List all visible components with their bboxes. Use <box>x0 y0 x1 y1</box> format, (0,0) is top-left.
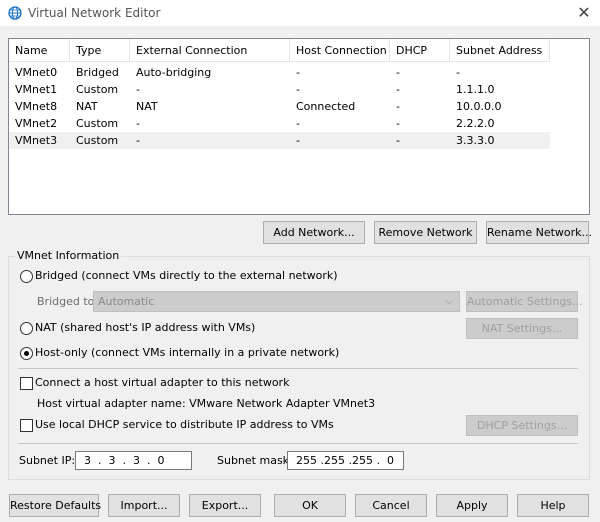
bridged-to-value: Automatic <box>98 295 155 308</box>
export-button[interactable]: Export... <box>189 494 261 517</box>
cell-type: Custom <box>76 134 119 147</box>
cell-subnet-address: 1.1.1.0 <box>456 83 495 96</box>
bridged-to-select[interactable]: Automatic ⌵ <box>93 291 460 312</box>
restore-defaults-button[interactable]: Restore Defaults <box>9 494 101 517</box>
nat-radio[interactable] <box>20 322 33 335</box>
column-header-host-connection[interactable]: Host Connection <box>290 39 390 62</box>
globe-icon <box>8 6 22 20</box>
import-button[interactable]: Import... <box>108 494 180 517</box>
list-rows: VMnet0 Bridged Auto-bridging - - - VMnet1 Custo… <box>9 64 550 149</box>
window-title: Virtual Network Editor <box>28 6 161 20</box>
cell-subnet-address: - <box>456 66 460 79</box>
cell-host-connection: - <box>296 134 300 147</box>
use-dhcp-label: Use local DHCP service to distribute IP … <box>35 418 334 431</box>
add-network-button[interactable]: Add Network... <box>263 221 365 244</box>
cell-dhcp: - <box>396 83 400 96</box>
cell-dhcp: - <box>396 134 400 147</box>
cell-host-connection: - <box>296 66 300 79</box>
cell-host-connection: - <box>296 117 300 130</box>
nat-settings-button[interactable]: NAT Settings... <box>466 318 578 339</box>
connect-host-adapter-label: Connect a host virtual adapter to this n… <box>35 376 290 389</box>
cell-name: VMnet2 <box>15 117 58 130</box>
cell-dhcp: - <box>396 117 400 130</box>
table-row[interactable]: VMnet8 NAT NAT Connected - 10.0.0.0 <box>9 98 550 115</box>
apply-button[interactable]: Apply <box>436 494 508 517</box>
cell-external-connection: NAT <box>136 100 158 113</box>
nat-label: NAT (shared host's IP address with VMs) <box>35 321 256 334</box>
host-only-radio[interactable] <box>20 347 33 360</box>
cell-host-connection: - <box>296 83 300 96</box>
column-header-type[interactable]: Type <box>70 39 130 62</box>
bridged-to-label: Bridged to: <box>37 295 99 308</box>
cell-host-connection: Connected <box>296 100 356 113</box>
bridged-label: Bridged (connect VMs directly to the ext… <box>35 269 338 282</box>
cell-external-connection: - <box>136 134 140 147</box>
cell-name: VMnet1 <box>15 83 58 96</box>
table-row[interactable]: VMnet2 Custom - - - 2.2.2.0 <box>9 115 550 132</box>
cell-name: VMnet8 <box>15 100 58 113</box>
bridged-radio[interactable] <box>20 270 33 283</box>
cell-type: NAT <box>76 100 98 113</box>
subnet-mask-input[interactable]: 255 .255 .255 . 0 <box>287 451 404 470</box>
host-adapter-name-text: Host virtual adapter name: VMware Networ… <box>37 397 376 410</box>
chevron-down-icon: ⌵ <box>445 296 453 307</box>
ok-button[interactable]: OK <box>274 494 346 517</box>
radio-selected-dot <box>24 351 29 356</box>
subnet-mask-label: Subnet mask: <box>217 454 293 467</box>
column-header-external-connection[interactable]: External Connection <box>130 39 290 62</box>
use-dhcp-checkbox[interactable] <box>20 419 33 432</box>
cell-dhcp: - <box>396 66 400 79</box>
column-header-subnet-address[interactable]: Subnet Address <box>450 39 550 62</box>
host-only-label: Host-only (connect VMs internally in a p… <box>35 346 340 359</box>
list-header: Name Type External Connection Host Conne… <box>9 39 550 62</box>
divider <box>18 443 578 444</box>
connect-host-adapter-checkbox[interactable] <box>20 377 33 390</box>
cell-name: VMnet3 <box>15 134 58 147</box>
remove-network-button[interactable]: Remove Network <box>374 221 477 244</box>
cell-dhcp: - <box>396 100 400 113</box>
close-button[interactable]: ✕ <box>568 1 600 25</box>
subnet-ip-label: Subnet IP: <box>19 454 76 467</box>
vmnet-information-label: VMnet Information <box>15 249 122 262</box>
cell-type: Custom <box>76 117 119 130</box>
cell-type: Custom <box>76 83 119 96</box>
cell-external-connection: - <box>136 83 140 96</box>
column-header-name[interactable]: Name <box>9 39 70 62</box>
title-bar: Virtual Network Editor ✕ <box>0 0 600 26</box>
network-list[interactable]: Name Type External Connection Host Conne… <box>8 38 590 215</box>
dhcp-settings-button[interactable]: DHCP Settings... <box>466 415 578 436</box>
cell-name: VMnet0 <box>15 66 58 79</box>
rename-network-button[interactable]: Rename Network... <box>486 221 592 244</box>
divider <box>18 368 578 369</box>
cell-subnet-address: 10.0.0.0 <box>456 100 502 113</box>
column-header-dhcp[interactable]: DHCP <box>390 39 450 62</box>
table-row[interactable]: VMnet1 Custom - - - 1.1.1.0 <box>9 81 550 98</box>
cell-subnet-address: 3.3.3.0 <box>456 134 495 147</box>
automatic-settings-button[interactable]: Automatic Settings... <box>466 291 583 312</box>
cell-subnet-address: 2.2.2.0 <box>456 117 495 130</box>
cell-type: Bridged <box>76 66 119 79</box>
cell-external-connection: Auto-bridging <box>136 66 212 79</box>
subnet-ip-input[interactable]: 3 . 3 . 3 . 0 <box>75 451 192 470</box>
close-icon: ✕ <box>577 3 591 22</box>
cell-external-connection: - <box>136 117 140 130</box>
cancel-button[interactable]: Cancel <box>355 494 427 517</box>
help-button[interactable]: Help <box>517 494 589 517</box>
table-row[interactable]: VMnet0 Bridged Auto-bridging - - - <box>9 64 550 81</box>
table-row[interactable]: VMnet3 Custom - - - 3.3.3.0 <box>9 132 550 149</box>
